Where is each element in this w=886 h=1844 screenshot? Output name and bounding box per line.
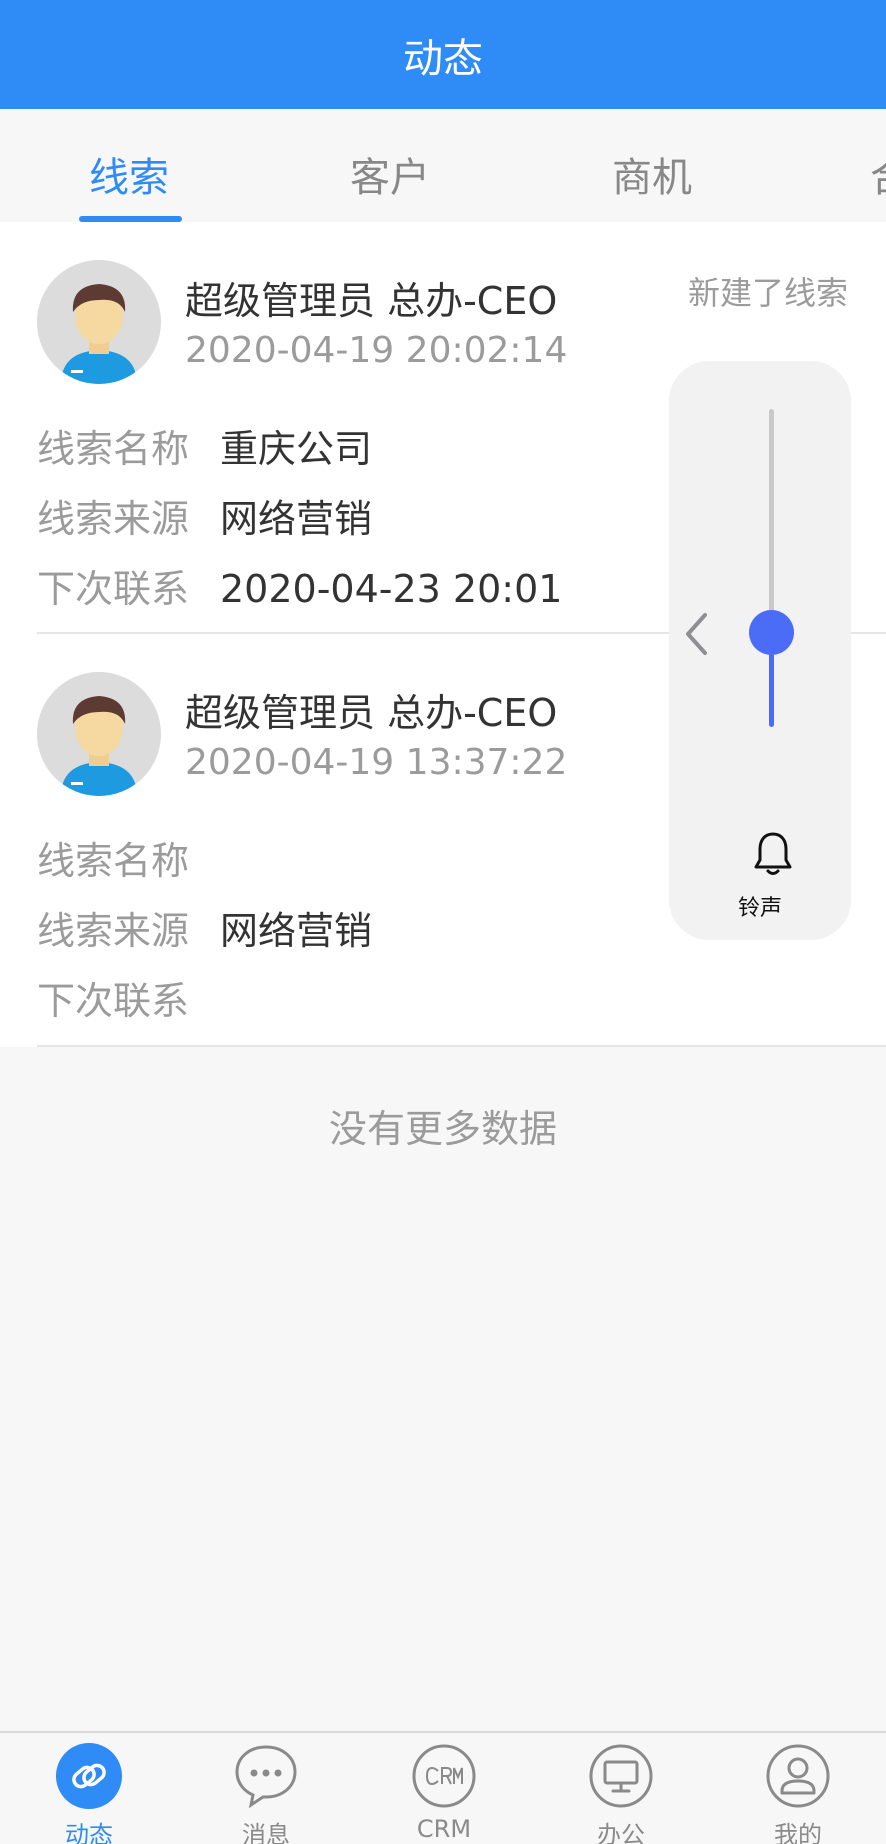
tabbar-item-activity[interactable]: 动态	[34, 1743, 144, 1844]
field-lead-source: 线索来源 网络营销	[37, 488, 372, 543]
field-label: 下次联系	[37, 567, 190, 611]
monitor-icon	[588, 1743, 654, 1809]
tab-contracts[interactable]: 合	[870, 145, 886, 203]
page-title: 动态	[403, 35, 483, 82]
timestamp: 2020-04-19 13:37:22	[185, 742, 568, 783]
author-name: 超级管理员 总办-CEO	[185, 279, 558, 323]
tabbar-item-me[interactable]: 我的	[743, 1743, 853, 1844]
field-label: 线索来源	[37, 909, 190, 953]
author-name: 超级管理员 总办-CEO	[185, 691, 558, 735]
tabbar-label: 动态	[65, 1821, 113, 1844]
field-value: 重庆公司	[220, 427, 373, 471]
field-label: 线索来源	[37, 497, 190, 541]
field-value: 2020-04-23 20:01	[220, 567, 563, 611]
tab-leads[interactable]: 线索	[89, 145, 169, 203]
tab-customers[interactable]: 客户	[350, 145, 430, 203]
tabbar-label: 办公	[597, 1821, 645, 1844]
tabbar-item-messages[interactable]: 消息	[211, 1743, 321, 1844]
nav-header: 动态	[0, 0, 886, 109]
no-more-data-text: 没有更多数据	[328, 1107, 557, 1151]
field-next-contact: 下次联系	[37, 970, 220, 1025]
action-text: 新建了线索	[687, 274, 848, 312]
field-label: 下次联系	[37, 979, 190, 1023]
tabbar-item-office[interactable]: 办公	[566, 1743, 676, 1844]
volume-label: 铃声	[737, 896, 782, 921]
crm-icon	[411, 1743, 477, 1809]
tabbar-item-crm[interactable]: CRM	[389, 1743, 499, 1843]
avatar	[37, 672, 161, 796]
tabbar-label: 我的	[774, 1821, 822, 1844]
avatar	[37, 260, 161, 384]
chevron-left-icon[interactable]	[683, 611, 709, 657]
field-label: 线索名称	[37, 839, 190, 883]
field-next-contact: 下次联系 2020-04-23 20:01	[37, 558, 562, 613]
field-value: 网络营销	[220, 497, 373, 541]
field-label: 线索名称	[37, 427, 190, 471]
field-value: 网络营销	[220, 909, 373, 953]
volume-overlay: 铃声	[669, 361, 851, 940]
bottom-tab-bar: 动态 消息 CRM 办公 我的	[0, 1731, 886, 1844]
tabbar-label: 消息	[242, 1821, 290, 1844]
field-lead-name: 线索名称 重庆公司	[37, 418, 372, 473]
tabbar-label: CRM	[416, 1815, 472, 1843]
user-icon	[765, 1743, 831, 1809]
timestamp: 2020-04-19 20:02:14	[185, 330, 568, 371]
bell-icon	[754, 832, 792, 875]
field-lead-name: 线索名称	[37, 830, 220, 885]
tab-opportunities[interactable]: 商机	[612, 145, 692, 203]
category-tabs: 线索 客户 商机 合	[0, 109, 886, 222]
field-lead-source: 线索来源 网络营销	[37, 900, 372, 955]
volume-slider-handle[interactable]	[749, 609, 794, 655]
link-icon	[56, 1743, 122, 1809]
divider	[37, 1045, 886, 1047]
chat-bubble-icon	[233, 1743, 299, 1809]
